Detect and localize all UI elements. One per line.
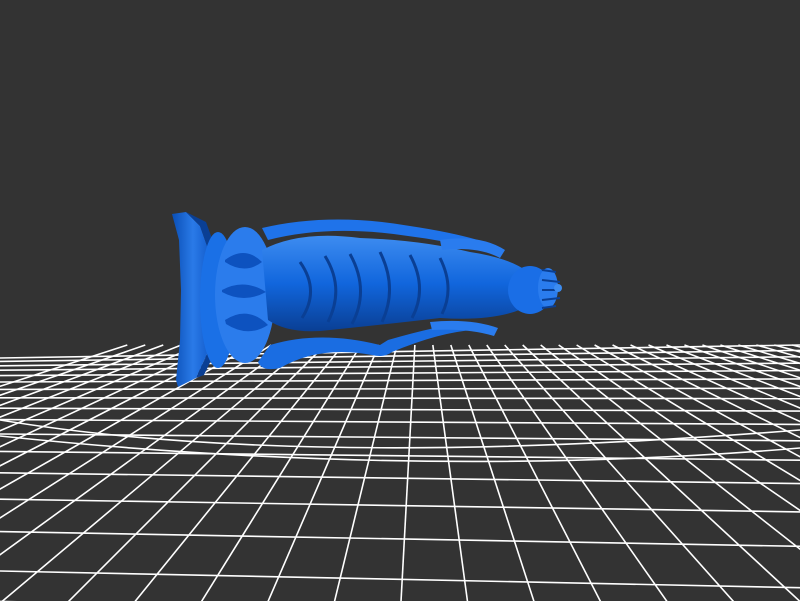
- 3d-viewport[interactable]: [0, 0, 800, 601]
- grid-line-horizontal: [0, 387, 800, 391]
- scene-canvas[interactable]: [0, 0, 800, 601]
- crown-jewel: [554, 284, 562, 292]
- grid-line-horizontal: [0, 396, 800, 400]
